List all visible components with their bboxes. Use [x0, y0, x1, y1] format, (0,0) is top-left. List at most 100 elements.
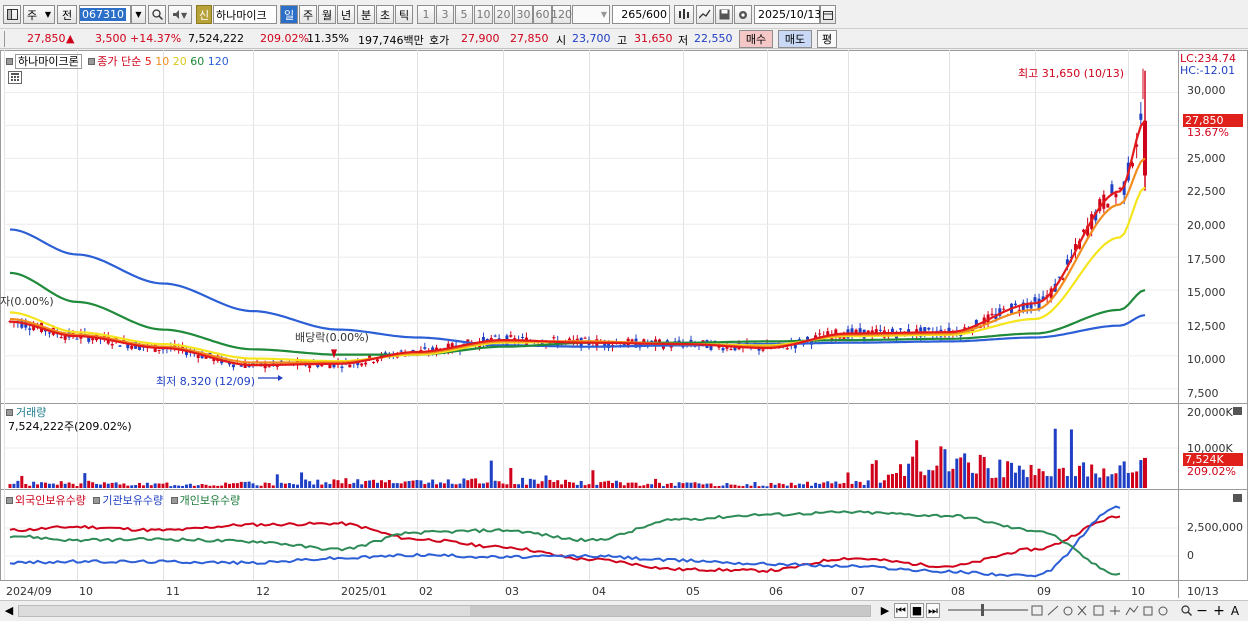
zoom-slider-track[interactable]	[948, 604, 1028, 616]
volume-bar	[1139, 460, 1143, 488]
x-axis-label: 03	[505, 585, 519, 598]
calculator-icon[interactable]	[8, 71, 22, 84]
zoom-slider-thumb[interactable]	[981, 604, 984, 616]
volume-bar	[761, 485, 765, 488]
type-select[interactable]: 주 ▼	[23, 5, 55, 24]
prev-button[interactable]: 전	[57, 5, 77, 24]
interval-custom-select[interactable]: ▼	[572, 5, 610, 24]
volume-bar	[442, 483, 446, 488]
volume-bar	[356, 479, 360, 488]
interval-3[interactable]: 3	[436, 5, 454, 24]
interval-5[interactable]: 5	[455, 5, 473, 24]
scrollbar-thumb[interactable]	[470, 606, 870, 616]
zoom-search-icon[interactable]	[1180, 603, 1192, 618]
candlestick	[59, 337, 63, 339]
code-input[interactable]: 067310	[79, 5, 131, 24]
interval-20[interactable]: 20	[494, 5, 513, 24]
chart-canvas[interactable]	[0, 50, 1248, 621]
period-week[interactable]: 주	[299, 5, 317, 24]
period-minute[interactable]: 분	[357, 5, 375, 24]
volume-bar	[489, 460, 493, 488]
candlestick	[340, 366, 344, 369]
settings-button[interactable]	[734, 5, 752, 24]
indicator-button[interactable]	[674, 5, 694, 24]
first-button[interactable]: ⏮	[894, 603, 908, 618]
last-button[interactable]: ⏭	[926, 603, 940, 618]
sell-button[interactable]: 매도	[778, 30, 812, 48]
font-size-button[interactable]: A	[1229, 603, 1241, 618]
x-axis-label: 08	[951, 585, 965, 598]
volume-bar	[846, 472, 850, 488]
volume-bar	[587, 484, 591, 488]
interval-120[interactable]: 120	[551, 5, 572, 24]
close-panel-icon[interactable]	[1233, 494, 1242, 502]
volume-bar	[789, 482, 793, 488]
scrollbar-track[interactable]	[18, 605, 871, 617]
candlestick	[729, 348, 733, 350]
volume-bar	[340, 483, 344, 488]
volume-bar	[55, 484, 59, 488]
volume-bar	[348, 483, 352, 488]
close-panel-icon[interactable]	[1233, 407, 1242, 415]
x-axis-label: 09	[1037, 585, 1051, 598]
volume-bar	[16, 480, 20, 488]
candlestick	[118, 345, 122, 347]
volume-bar	[658, 482, 661, 488]
volume-bar	[1135, 471, 1139, 488]
drawing-tools[interactable]	[1030, 603, 1180, 619]
volume-bar	[834, 481, 838, 488]
period-year[interactable]: 년	[337, 5, 355, 24]
volume-bar	[411, 480, 415, 488]
calendar-button[interactable]	[820, 5, 836, 24]
volume-bar	[701, 484, 705, 488]
sound-button[interactable]: ▼	[168, 5, 192, 24]
ask-price: 27,850	[510, 32, 549, 45]
volume-bar	[247, 481, 251, 488]
save-button[interactable]	[715, 5, 733, 24]
stop-button[interactable]: ■	[910, 603, 924, 618]
volume-bar	[283, 483, 287, 488]
volume-bar	[709, 483, 713, 488]
volume-bar	[959, 457, 963, 488]
ma120-legend: 120	[207, 55, 229, 68]
interval-30[interactable]: 30	[514, 5, 533, 24]
zoom-in-button[interactable]: +	[1213, 603, 1225, 619]
search-button[interactable]	[148, 5, 166, 24]
scroll-left-icon[interactable]: ◀	[3, 603, 15, 618]
grid-icon	[11, 73, 19, 81]
period-month[interactable]: 월	[318, 5, 336, 24]
evaluate-button[interactable]: 평	[817, 30, 837, 48]
volume-bar	[850, 483, 854, 488]
volume-bar	[552, 481, 556, 488]
volume-bar	[830, 483, 834, 488]
volume-bar	[1002, 477, 1006, 488]
volume-bar	[24, 484, 28, 488]
calendar-icon	[823, 10, 833, 20]
code-dropdown-button[interactable]: ▼	[131, 5, 146, 24]
volume-bar	[862, 484, 866, 488]
volume-bar	[810, 485, 814, 488]
period-tick[interactable]: 틱	[395, 5, 413, 24]
count-field[interactable]: 265 /600	[612, 5, 670, 24]
price-up-arrow-icon: ▲	[66, 32, 75, 45]
volume-bar	[994, 477, 998, 488]
candlestick	[75, 338, 79, 340]
scroll-right-icon[interactable]: ▶	[879, 603, 891, 618]
period-day[interactable]: 일	[280, 5, 298, 24]
candlestick	[878, 329, 882, 331]
volume-bar	[661, 486, 665, 488]
volume-bar	[204, 484, 208, 488]
interval-10[interactable]: 10	[474, 5, 493, 24]
volume-bar	[842, 482, 846, 488]
foreign-legend: 외국인보유수량	[15, 494, 86, 507]
period-second[interactable]: 초	[376, 5, 394, 24]
date-field[interactable]: 2025/10/13	[754, 5, 821, 24]
draw-tool-button[interactable]	[696, 5, 714, 24]
interval-1[interactable]: 1	[417, 5, 435, 24]
volume-bar	[454, 484, 458, 488]
chart-area[interactable]: 하나마이크론 종가 단순 5 10 20 60 120 LC:234.74 HC…	[0, 50, 1248, 621]
zoom-out-button[interactable]: −	[1196, 603, 1208, 619]
interval-60[interactable]: 60	[533, 5, 552, 24]
buy-button[interactable]: 매수	[739, 30, 773, 48]
window-icon[interactable]	[3, 5, 21, 24]
